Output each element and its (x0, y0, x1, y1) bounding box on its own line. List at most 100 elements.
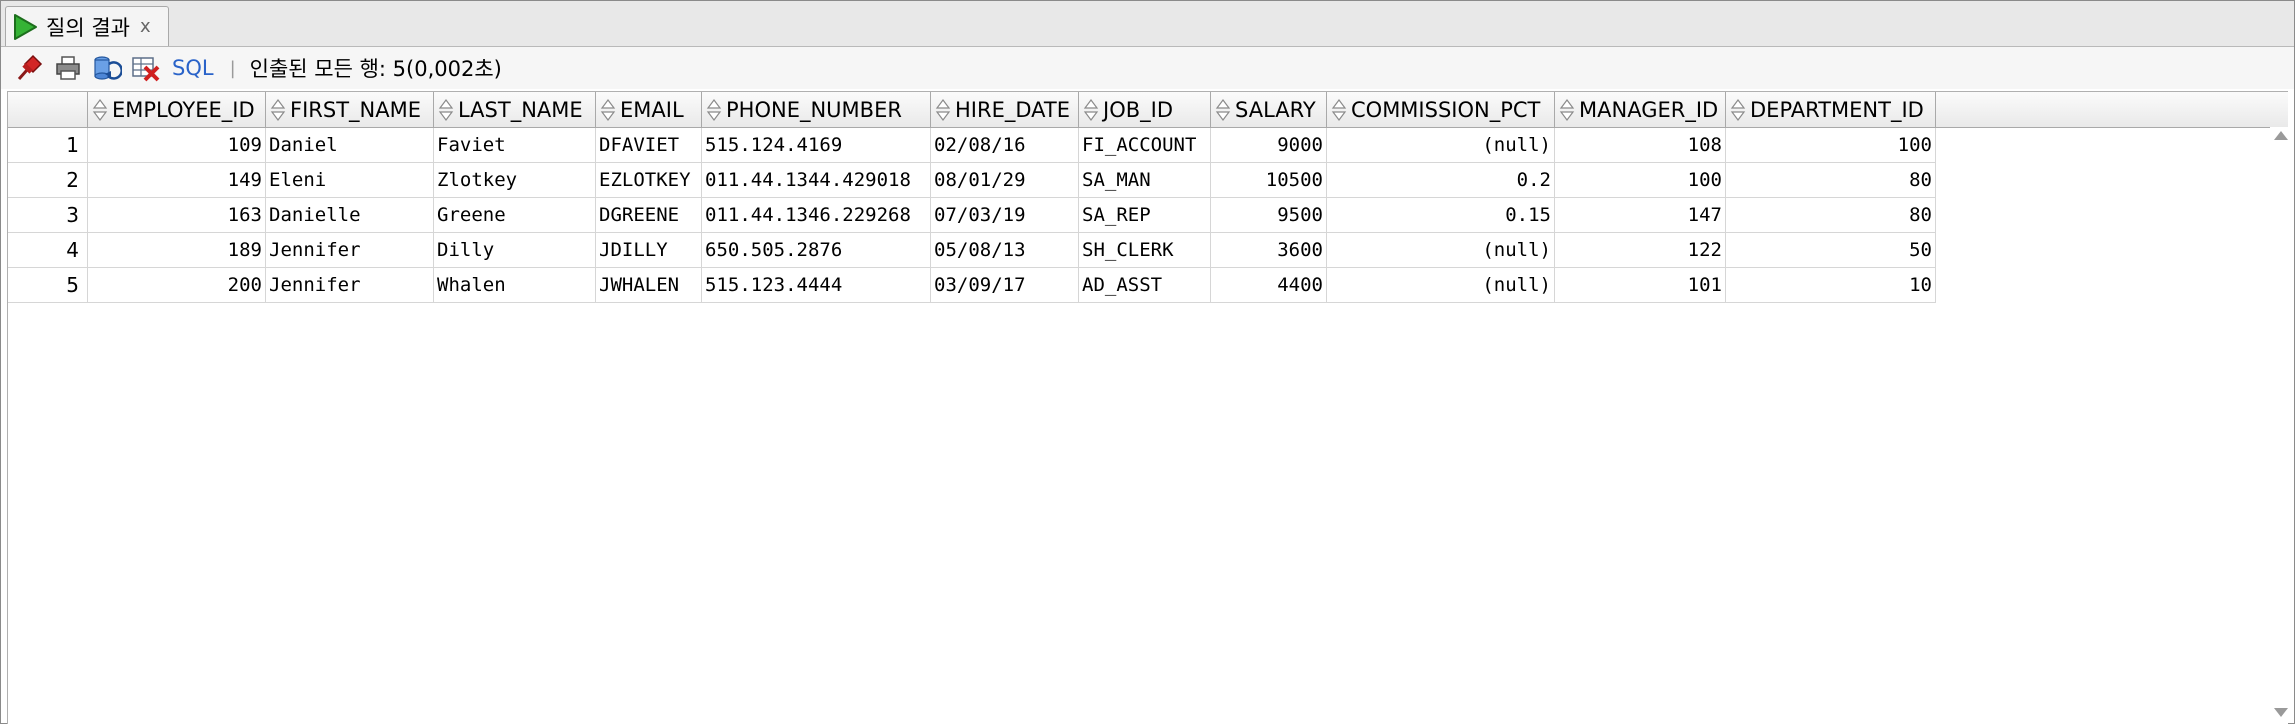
sql-button[interactable]: SQL (172, 56, 214, 80)
row-number[interactable]: 2 (8, 163, 88, 198)
table-cell[interactable]: Danielle (266, 198, 434, 233)
table-cell[interactable]: AD_ASST (1079, 268, 1211, 303)
scroll-down-icon[interactable] (2274, 708, 2288, 717)
run-icon (12, 12, 42, 42)
table-cell[interactable]: 515.123.4444 (702, 268, 931, 303)
sort-icon[interactable] (600, 98, 616, 122)
table-cell[interactable]: 0.2 (1327, 163, 1555, 198)
table-cell[interactable]: FI_ACCOUNT (1079, 128, 1211, 163)
table-cell[interactable]: Eleni (266, 163, 434, 198)
table-cell[interactable]: 50 (1726, 233, 1936, 268)
table-cell[interactable]: 9000 (1211, 128, 1327, 163)
query-result-panel: 질의 결과 x SQL | 인출된 모든 행: 5(0,002초) EMPLOY… (0, 0, 2295, 724)
column-header-hire-date[interactable]: HIRE_DATE (931, 92, 1079, 127)
row-number[interactable]: 1 (8, 128, 88, 163)
sort-icon[interactable] (1559, 98, 1575, 122)
table-cell[interactable]: 10 (1726, 268, 1936, 303)
sort-icon[interactable] (1331, 98, 1347, 122)
column-header-last-name[interactable]: LAST_NAME (434, 92, 596, 127)
vertical-scrollbar[interactable] (2270, 127, 2292, 721)
table-cell[interactable]: Faviet (434, 128, 596, 163)
table-cell[interactable]: 10500 (1211, 163, 1327, 198)
table-cell[interactable]: Zlotkey (434, 163, 596, 198)
sort-icon[interactable] (935, 98, 951, 122)
sort-icon[interactable] (1730, 98, 1746, 122)
table-cell[interactable]: 163 (88, 198, 266, 233)
table-row[interactable]: 1 109 Daniel Faviet DFAVIET 515.124.4169 02/08… (8, 128, 1936, 163)
row-number[interactable]: 3 (8, 198, 88, 233)
column-header-job-id[interactable]: JOB_ID (1079, 92, 1211, 127)
table-cell[interactable]: SA_MAN (1079, 163, 1211, 198)
delete-icon[interactable] (130, 53, 162, 83)
table-cell[interactable]: 3600 (1211, 233, 1327, 268)
table-cell[interactable]: Daniel (266, 128, 434, 163)
table-cell[interactable]: 100 (1555, 163, 1726, 198)
table-cell[interactable]: 0.15 (1327, 198, 1555, 233)
table-cell[interactable]: 189 (88, 233, 266, 268)
sort-icon[interactable] (1083, 98, 1099, 122)
table-cell[interactable]: SH_CLERK (1079, 233, 1211, 268)
table-cell[interactable]: 108 (1555, 128, 1726, 163)
table-cell[interactable]: JWHALEN (596, 268, 702, 303)
scroll-up-icon[interactable] (2274, 131, 2288, 140)
table-cell[interactable]: (null) (1327, 233, 1555, 268)
tab-query-result[interactable]: 질의 결과 x (5, 6, 169, 46)
column-header-first-name[interactable]: FIRST_NAME (266, 92, 434, 127)
table-cell[interactable]: 4400 (1211, 268, 1327, 303)
column-header-email[interactable]: EMAIL (596, 92, 702, 127)
sort-icon[interactable] (1215, 98, 1231, 122)
column-header-employee-id[interactable]: EMPLOYEE_ID (88, 92, 266, 127)
table-cell[interactable]: DGREENE (596, 198, 702, 233)
table-cell[interactable]: 08/01/29 (931, 163, 1079, 198)
column-header-salary[interactable]: SALARY (1211, 92, 1327, 127)
table-cell[interactable]: 100 (1726, 128, 1936, 163)
column-header-department-id[interactable]: DEPARTMENT_ID (1726, 92, 1936, 127)
table-cell[interactable]: 515.124.4169 (702, 128, 931, 163)
table-cell[interactable]: 650.505.2876 (702, 233, 931, 268)
row-number[interactable]: 4 (8, 233, 88, 268)
print-icon[interactable] (52, 53, 84, 83)
row-number[interactable]: 5 (8, 268, 88, 303)
table-row[interactable]: 2 149 Eleni Zlotkey EZLOTKEY 011.44.1344.4290… (8, 163, 1936, 198)
table-row[interactable]: 5 200 Jennifer Whalen JWHALEN 515.123.4444 03/… (8, 268, 1936, 303)
table-cell[interactable]: Jennifer (266, 268, 434, 303)
table-cell[interactable]: Dilly (434, 233, 596, 268)
table-cell[interactable]: 03/09/17 (931, 268, 1079, 303)
table-row[interactable]: 3 163 Danielle Greene DGREENE 011.44.1346.229… (8, 198, 1936, 233)
table-cell[interactable]: 200 (88, 268, 266, 303)
table-cell[interactable]: DFAVIET (596, 128, 702, 163)
table-cell[interactable]: 011.44.1344.429018 (702, 163, 931, 198)
sort-icon[interactable] (270, 98, 286, 122)
table-cell[interactable]: 80 (1726, 163, 1936, 198)
table-cell[interactable]: Greene (434, 198, 596, 233)
column-header-phone-number[interactable]: PHONE_NUMBER (702, 92, 931, 127)
column-header-label: SALARY (1235, 97, 1316, 122)
table-cell[interactable]: 9500 (1211, 198, 1327, 233)
table-cell[interactable]: Jennifer (266, 233, 434, 268)
table-cell[interactable]: 109 (88, 128, 266, 163)
table-cell[interactable]: 122 (1555, 233, 1726, 268)
table-cell[interactable]: EZLOTKEY (596, 163, 702, 198)
table-cell[interactable]: 07/03/19 (931, 198, 1079, 233)
table-cell[interactable]: 02/08/16 (931, 128, 1079, 163)
table-cell[interactable]: 101 (1555, 268, 1726, 303)
sort-icon[interactable] (92, 98, 108, 122)
column-header-manager-id[interactable]: MANAGER_ID (1555, 92, 1726, 127)
sort-icon[interactable] (438, 98, 454, 122)
table-row[interactable]: 4 189 Jennifer Dilly JDILLY 650.505.2876 05/08… (8, 233, 1936, 268)
table-cell[interactable]: Whalen (434, 268, 596, 303)
table-cell[interactable]: 05/08/13 (931, 233, 1079, 268)
table-cell[interactable]: JDILLY (596, 233, 702, 268)
table-cell[interactable]: 011.44.1346.229268 (702, 198, 931, 233)
sort-icon[interactable] (706, 98, 722, 122)
table-cell[interactable]: (null) (1327, 128, 1555, 163)
table-cell[interactable]: SA_REP (1079, 198, 1211, 233)
close-icon[interactable]: x (140, 16, 151, 37)
column-header-commission-pct[interactable]: COMMISSION_PCT (1327, 92, 1555, 127)
table-cell[interactable]: 147 (1555, 198, 1726, 233)
refresh-icon[interactable] (91, 53, 123, 83)
table-cell[interactable]: 149 (88, 163, 266, 198)
table-cell[interactable]: (null) (1327, 268, 1555, 303)
pin-icon[interactable] (13, 53, 45, 83)
table-cell[interactable]: 80 (1726, 198, 1936, 233)
